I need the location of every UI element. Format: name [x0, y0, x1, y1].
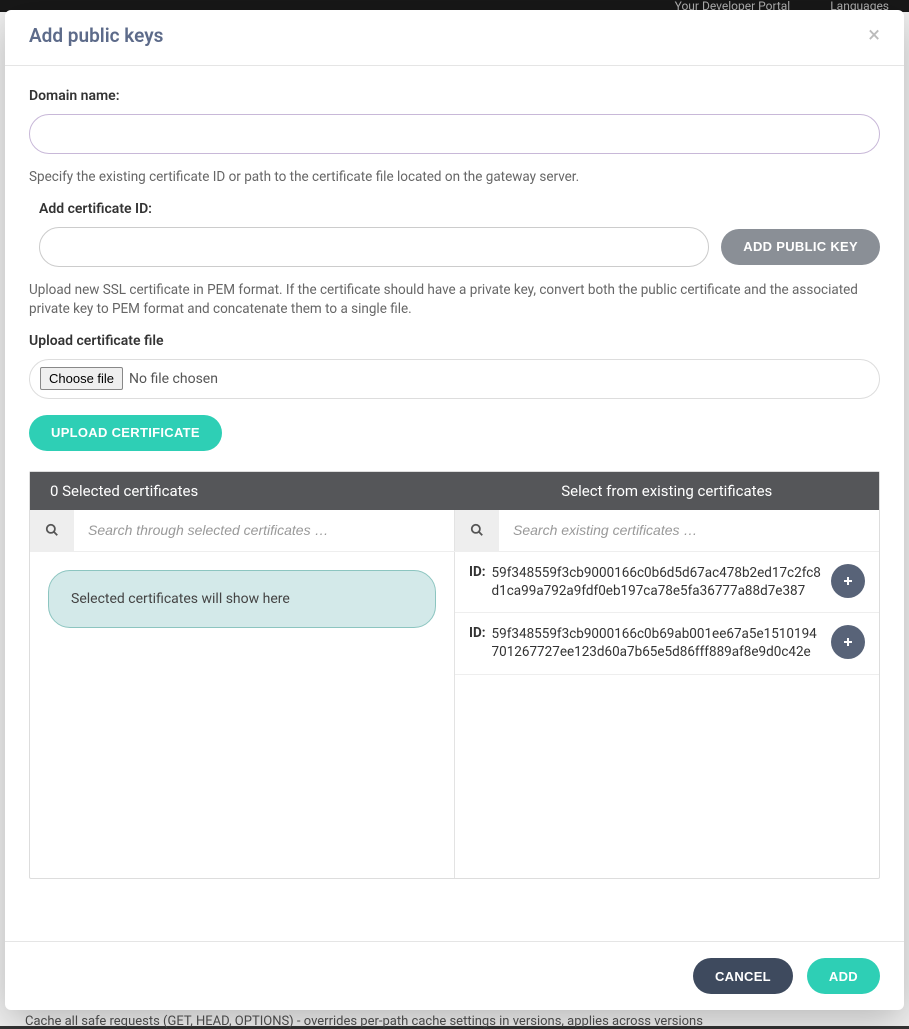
selected-placeholder: Selected certificates will show here	[48, 570, 436, 628]
file-input[interactable]: Choose file No file chosen	[29, 359, 880, 399]
certificate-id-label: Add certificate ID:	[39, 201, 880, 217]
cert-body: Selected certificates will show here ID:…	[30, 552, 879, 878]
cancel-button[interactable]: CANCEL	[693, 958, 793, 994]
help-text-upload: Upload new SSL certificate in PEM format…	[29, 281, 880, 319]
cert-id-label: ID:	[469, 564, 486, 580]
file-status: No file chosen	[129, 371, 218, 387]
upload-label: Upload certificate file	[29, 333, 880, 349]
modal-add-public-keys: Add public keys × Domain name: Specify t…	[5, 10, 904, 1010]
modal-body: Domain name: Specify the existing certif…	[5, 66, 904, 941]
choose-file-button[interactable]: Choose file	[40, 367, 123, 390]
help-text-cert-id: Specify the existing certificate ID or p…	[29, 168, 880, 187]
certificate-id-input[interactable]	[39, 227, 709, 267]
add-cert-button[interactable]	[831, 625, 865, 659]
cert-id-value: 59f348559f3cb9000166c0b69ab001ee67a5e151…	[492, 625, 821, 661]
certificate-selector: 0 Selected certificates Select from exis…	[29, 471, 880, 879]
cert-id-label: ID:	[469, 625, 486, 641]
upload-certificate-button[interactable]: UPLOAD CERTIFICATE	[29, 415, 222, 451]
search-icon	[455, 510, 499, 551]
existing-cert-row: ID: 59f348559f3cb9000166c0b69ab001ee67a5e…	[455, 613, 879, 674]
modal-title: Add public keys	[29, 24, 163, 47]
selected-header: 0 Selected certificates	[30, 472, 455, 510]
modal-footer: CANCEL ADD	[5, 941, 904, 1010]
domain-name-label: Domain name:	[29, 88, 880, 104]
search-existing-input[interactable]	[499, 510, 879, 551]
selected-list: Selected certificates will show here	[30, 552, 454, 878]
close-icon[interactable]: ×	[868, 25, 880, 47]
modal-header: Add public keys ×	[5, 10, 904, 66]
domain-name-input[interactable]	[29, 114, 880, 154]
search-icon	[30, 510, 74, 551]
cert-id-value: 59f348559f3cb9000166c0b6d5d67ac478b2ed17…	[492, 564, 821, 600]
add-public-key-button[interactable]: ADD PUBLIC KEY	[721, 229, 880, 265]
add-cert-button[interactable]	[831, 564, 865, 598]
existing-cert-row: ID: 59f348559f3cb9000166c0b6d5d67ac478b2e…	[455, 552, 879, 613]
existing-header: Select from existing certificates	[455, 472, 880, 510]
cert-search-row	[30, 510, 879, 552]
cert-selector-header: 0 Selected certificates Select from exis…	[30, 472, 879, 510]
search-selected-input[interactable]	[74, 510, 454, 551]
existing-list: ID: 59f348559f3cb9000166c0b6d5d67ac478b2e…	[454, 552, 879, 878]
add-button[interactable]: ADD	[807, 958, 880, 994]
